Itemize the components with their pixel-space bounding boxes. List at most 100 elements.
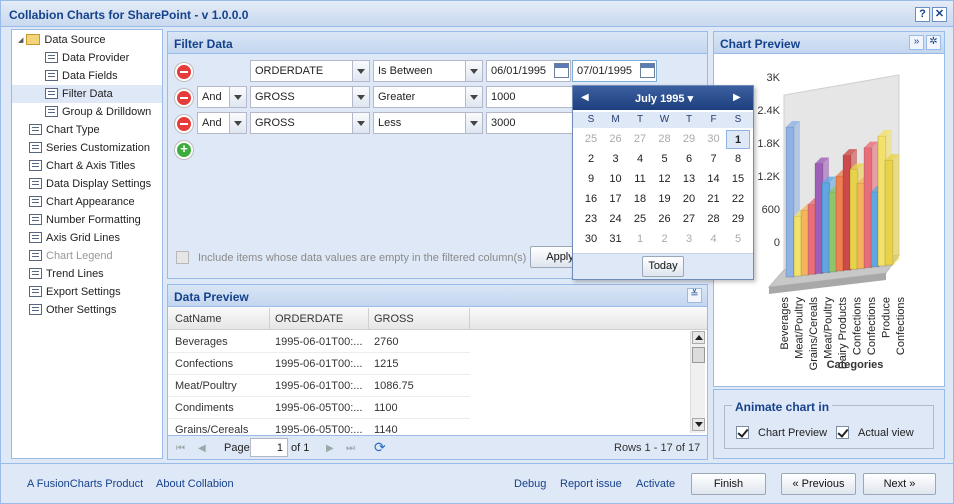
calendar-day[interactable]: 16 xyxy=(579,190,603,209)
calendar-day[interactable]: 7 xyxy=(702,150,726,169)
tree-item-data-provider[interactable]: Data Provider xyxy=(12,49,162,67)
tree-item-data-fields[interactable]: Data Fields xyxy=(12,67,162,85)
calendar-day[interactable]: 25 xyxy=(628,210,652,229)
scroll-up-icon[interactable] xyxy=(692,331,705,344)
calendar-day[interactable]: 11 xyxy=(628,170,652,189)
tree-item-series-customization[interactable]: Series Customization xyxy=(12,139,162,157)
calendar-day[interactable]: 15 xyxy=(726,170,750,189)
chevron-down-icon[interactable] xyxy=(352,87,369,107)
calendar-day[interactable]: 3 xyxy=(677,230,701,249)
chevron-down-icon[interactable] xyxy=(229,87,246,107)
column-header-orderdate[interactable]: ORDERDATE xyxy=(275,313,343,325)
calendar-icon[interactable] xyxy=(640,63,655,78)
filter-row-3-operator-select[interactable]: Less xyxy=(373,112,483,134)
column-header-gross[interactable]: GROSS xyxy=(374,313,414,325)
chevron-down-icon[interactable] xyxy=(229,113,246,133)
activate-link[interactable]: Activate xyxy=(636,478,675,490)
calendar-day[interactable]: 14 xyxy=(702,170,726,189)
tree-item-chart-appearance[interactable]: Chart Appearance xyxy=(12,193,162,211)
filter-row-1-end-date-input[interactable]: 07/01/1995 xyxy=(572,60,657,82)
calendar-day[interactable]: 30 xyxy=(579,230,603,249)
refresh-icon[interactable]: ⟳ xyxy=(374,439,386,456)
last-page-icon[interactable]: ⏭ xyxy=(346,443,356,454)
expand-icon[interactable]: » xyxy=(909,35,924,50)
tree-item-group-drilldown[interactable]: Group & Drilldown xyxy=(12,103,162,121)
table-row[interactable]: Confections 1995-06-01T00:... 1215 xyxy=(168,353,470,375)
help-button[interactable]: ? xyxy=(915,7,930,22)
calendar-day[interactable]: 22 xyxy=(726,190,750,209)
calendar-day[interactable]: 20 xyxy=(677,190,701,209)
tree-item-chart-axis-titles[interactable]: Chart & Axis Titles xyxy=(12,157,162,175)
previous-month-icon[interactable]: ◀ xyxy=(581,92,589,103)
chevron-down-icon[interactable] xyxy=(465,87,482,107)
next-month-icon[interactable]: ▶ xyxy=(733,92,741,103)
calendar-day[interactable]: 19 xyxy=(653,190,677,209)
calendar-day[interactable]: 9 xyxy=(579,170,603,189)
filter-row-2-field-select[interactable]: GROSS xyxy=(250,86,370,108)
calendar-day[interactable]: 3 xyxy=(604,150,628,169)
calendar-day[interactable]: 27 xyxy=(677,210,701,229)
previous-button[interactable]: « Previous xyxy=(781,473,856,495)
close-button[interactable]: ✕ xyxy=(932,7,947,22)
calendar-day[interactable]: 1 xyxy=(726,130,750,149)
calendar-day[interactable]: 28 xyxy=(653,130,677,149)
page-number-input[interactable]: 1 xyxy=(250,438,288,457)
scroll-down-icon[interactable] xyxy=(692,418,705,431)
chevron-down-icon[interactable] xyxy=(352,113,369,133)
calendar-day[interactable]: 12 xyxy=(653,170,677,189)
tree-item-data-source[interactable]: ◢ Data Source xyxy=(12,31,162,49)
scroll-thumb[interactable] xyxy=(692,347,705,363)
filter-row-1-field-select[interactable]: ORDERDATE xyxy=(250,60,370,82)
about-collabion-link[interactable]: About Collabion xyxy=(156,478,234,490)
calendar-day[interactable]: 2 xyxy=(579,150,603,169)
today-button[interactable]: Today xyxy=(642,256,684,277)
calendar-day[interactable]: 6 xyxy=(677,150,701,169)
column-header-catname[interactable]: CatName xyxy=(175,313,221,325)
calendar-day[interactable]: 23 xyxy=(579,210,603,229)
tree-item-export-settings[interactable]: Export Settings xyxy=(12,283,162,301)
tree-item-axis-grid-lines[interactable]: Axis Grid Lines xyxy=(12,229,162,247)
calendar-day[interactable]: 13 xyxy=(677,170,701,189)
remove-filter-row-2-button[interactable] xyxy=(175,89,193,107)
calendar-day[interactable]: 17 xyxy=(604,190,628,209)
calendar-day[interactable]: 27 xyxy=(628,130,652,149)
calendar-day[interactable]: 26 xyxy=(653,210,677,229)
next-button[interactable]: Next » xyxy=(863,473,936,495)
remove-filter-row-1-button[interactable] xyxy=(175,63,193,81)
filter-row-3-join-select[interactable]: And xyxy=(197,112,247,134)
filter-row-3-value-input[interactable]: 3000 xyxy=(486,112,576,134)
remove-filter-row-3-button[interactable] xyxy=(175,115,193,133)
animate-chart-preview-checkbox[interactable] xyxy=(736,426,749,439)
calendar-day[interactable]: 29 xyxy=(726,210,750,229)
expand-arrow-icon[interactable]: ◢ xyxy=(18,37,23,44)
animate-actual-view-checkbox[interactable] xyxy=(836,426,849,439)
calendar-day[interactable]: 5 xyxy=(726,230,750,249)
collapse-icon[interactable]: ≚ xyxy=(687,288,702,303)
table-row[interactable]: Beverages 1995-06-01T00:... 2760 xyxy=(168,331,470,353)
calendar-day[interactable]: 21 xyxy=(702,190,726,209)
report-issue-link[interactable]: Report issue xyxy=(560,478,622,490)
tree-item-number-formatting[interactable]: Number Formatting xyxy=(12,211,162,229)
filter-row-1-operator-select[interactable]: Is Between xyxy=(373,60,483,82)
grid-vertical-scrollbar[interactable] xyxy=(690,331,705,433)
calendar-day[interactable]: 10 xyxy=(604,170,628,189)
calendar-day[interactable]: 31 xyxy=(604,230,628,249)
calendar-day[interactable]: 1 xyxy=(628,230,652,249)
month-year-button[interactable]: July 1995 ▾ xyxy=(635,92,693,105)
calendar-day[interactable]: 28 xyxy=(702,210,726,229)
calendar-day[interactable]: 2 xyxy=(653,230,677,249)
filter-row-2-join-select[interactable]: And xyxy=(197,86,247,108)
gear-icon[interactable]: ✲ xyxy=(926,35,941,50)
filter-row-2-operator-select[interactable]: Greater xyxy=(373,86,483,108)
calendar-icon[interactable] xyxy=(554,63,569,78)
calendar-day[interactable]: 24 xyxy=(604,210,628,229)
previous-page-icon[interactable]: ◀ xyxy=(198,443,208,454)
chevron-down-icon[interactable] xyxy=(465,61,482,81)
first-page-icon[interactable]: ⏮ xyxy=(176,443,186,454)
include-empty-checkbox[interactable] xyxy=(176,251,189,264)
add-filter-row-button[interactable] xyxy=(175,141,193,159)
calendar-day[interactable]: 8 xyxy=(726,150,750,169)
calendar-day[interactable]: 5 xyxy=(653,150,677,169)
tree-item-chart-legend[interactable]: Chart Legend xyxy=(12,247,162,265)
calendar-day[interactable]: 30 xyxy=(702,130,726,149)
